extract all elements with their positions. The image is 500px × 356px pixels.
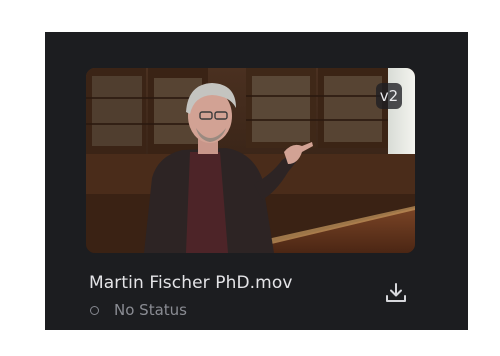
download-button[interactable] (382, 279, 410, 307)
asset-card[interactable]: v2 Martin Fischer PhD.mov No Status (45, 32, 468, 330)
status-circle-icon (90, 305, 99, 315)
download-icon (386, 283, 406, 302)
version-badge[interactable]: v2 (376, 83, 402, 109)
file-name[interactable]: Martin Fischer PhD.mov (89, 273, 292, 293)
status-label: No Status (114, 301, 187, 319)
thumbnail-image (86, 68, 415, 253)
status-indicator[interactable]: No Status (89, 300, 187, 320)
video-thumbnail[interactable]: v2 (86, 68, 415, 253)
